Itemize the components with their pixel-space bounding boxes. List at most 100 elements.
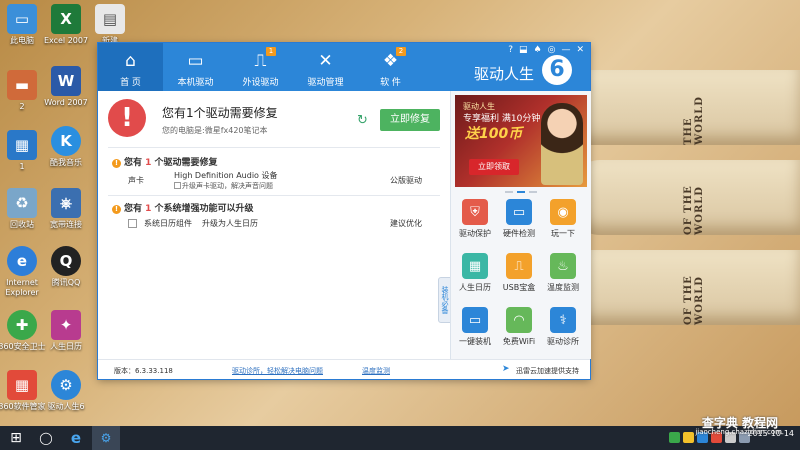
desktop-icon-qq[interactable]: Q 腾讯QQ <box>38 246 94 288</box>
tool-life-calendar[interactable]: ▦ 人生日历 <box>453 253 497 293</box>
desktop-icon-label: 酷我音乐 <box>50 158 82 167</box>
help-icon[interactable]: ? <box>508 45 513 55</box>
tool-label: 驱动诊所 <box>547 337 579 346</box>
driver-category: 声卡 <box>128 176 144 185</box>
carousel-dot[interactable] <box>517 191 525 193</box>
promo-banner[interactable]: 驱动人生 专享福利 满10分钟 送100币 立即领取 <box>455 95 587 187</box>
tool-label: 人生日历 <box>459 283 491 292</box>
count-badge: 2 <box>396 47 406 56</box>
tool-free-wifi[interactable]: ◠ 免费WiFi <box>497 307 541 347</box>
minimize-button[interactable]: — <box>561 45 570 55</box>
tab-label: 外设驱动 <box>242 78 279 88</box>
tray-icon[interactable] <box>683 432 694 443</box>
desktop-icon-driver-genius[interactable]: ⚙ 驱动人生6 <box>38 370 94 412</box>
shield-icon: ⛨ <box>462 199 488 225</box>
component-name: 系统日历组件 <box>144 219 192 228</box>
excel-icon: X <box>51 4 81 34</box>
word-icon: W <box>51 66 81 96</box>
settings-icon[interactable]: ◎ <box>548 45 556 55</box>
tool-label: 驱动保护 <box>459 229 491 238</box>
carousel-dot[interactable] <box>529 191 537 193</box>
usb-icon: ⎍ <box>506 253 532 279</box>
gear-icon: ⚙ <box>51 370 81 400</box>
ie-taskbar-icon[interactable]: e <box>62 426 90 450</box>
tab-label: 本机驱动 <box>177 78 214 88</box>
feedback-icon[interactable]: ⬓ <box>519 45 528 55</box>
desktop-icon-calendar[interactable]: ✦ 人生日历 <box>38 310 94 352</box>
tool-temperature[interactable]: ♨ 温度监测 <box>541 253 585 293</box>
search-icon[interactable]: ◯ <box>32 426 60 450</box>
desktop-icon-label: 腾讯QQ <box>51 278 81 287</box>
tab-home[interactable]: ⌂ 首 页 <box>98 43 163 91</box>
music-icon: K <box>51 126 81 156</box>
skin-icon[interactable]: ♠ <box>534 45 542 55</box>
folder-icon: ▬ <box>7 70 37 100</box>
claim-now-button[interactable]: 立即领取 <box>469 159 519 175</box>
tool-driver-protect[interactable]: ⛨ 驱动保护 <box>453 199 497 239</box>
computer-model: 您的电脑是:微星fx420笔记本 <box>162 126 268 135</box>
checkbox[interactable] <box>128 219 137 228</box>
section-text: 您有 <box>124 158 146 168</box>
device-name: High Definition Audio 设备 <box>174 171 278 180</box>
monitor-icon: ▭ <box>187 51 204 71</box>
tool-label: 一键装机 <box>459 337 491 346</box>
desktop-icon-kuwo[interactable]: K 酷我音乐 <box>38 126 94 168</box>
carousel-dot[interactable] <box>505 191 513 193</box>
driver-genius-window: ⌂ 首 页 ▭ 本机驱动 ⎍ 外设驱动 1 ✕ 驱动管理 ❖ 软 件 2 ? ⬓… <box>98 43 591 380</box>
tool-hardware-check[interactable]: ▭ 硬件检测 <box>497 199 541 239</box>
divider <box>108 147 440 148</box>
divider <box>108 195 440 196</box>
desktop-icon-new[interactable]: ▤ 新建 <box>82 4 138 46</box>
driver-clinic-link[interactable]: 驱动诊所，轻松解决电脑问题 <box>232 366 323 376</box>
desktop-icon-word[interactable]: W Word 2007 <box>38 66 94 108</box>
status-headline: 您有1个驱动需要修复 <box>162 106 278 120</box>
app-header: ⌂ 首 页 ▭ 本机驱动 ⎍ 外设驱动 1 ✕ 驱动管理 ❖ 软 件 2 ? ⬓… <box>98 43 590 91</box>
driver-genius-taskbar-icon[interactable]: ⚙ <box>92 426 120 450</box>
tray-icon[interactable] <box>669 432 680 443</box>
fix-now-button[interactable]: 立即修复 <box>380 109 440 131</box>
tab-local-drivers[interactable]: ▭ 本机驱动 <box>163 43 228 91</box>
qq-penguin-icon: Q <box>51 246 81 276</box>
start-button[interactable]: ⊞ <box>2 426 30 450</box>
bird-icon: ➤ <box>502 364 510 374</box>
calendar-app-icon: ✦ <box>51 310 81 340</box>
temperature-link[interactable]: 温度监测 <box>362 366 390 376</box>
desktop-icon-broadband[interactable]: ⎈ 宽带连接 <box>38 188 94 230</box>
status-bar: 版本：6.3.33.118 驱动诊所，轻松解决电脑问题 温度监测 ➤ 迅雷云加速… <box>98 359 590 380</box>
checkbox[interactable] <box>174 182 181 189</box>
system-upgrade-section-title: ! 您有 1 个系统增强功能可以升级 <box>112 201 254 214</box>
plus-shield-icon: ✚ <box>7 310 37 340</box>
tab-software[interactable]: ❖ 软 件 2 <box>358 43 423 91</box>
banner-headline: 送100币 <box>465 126 523 142</box>
tab-peripheral-drivers[interactable]: ⎍ 外设驱动 1 <box>228 43 293 91</box>
tool-usb-box[interactable]: ⎍ USB宝盒 <box>497 253 541 293</box>
close-button[interactable]: ✕ <box>576 45 584 55</box>
install-icon: ▭ <box>462 307 488 333</box>
count-badge: 1 <box>266 47 276 56</box>
tool-one-click-install[interactable]: ▭ 一键装机 <box>453 307 497 347</box>
banner-character-image <box>541 103 583 185</box>
watermark-url: jiaocheng.chazidian.com <box>695 428 782 436</box>
tab-label: 驱动管理 <box>307 78 344 88</box>
thermometer-icon: ♨ <box>550 253 576 279</box>
tool-label: 免费WiFi <box>502 337 536 346</box>
app-title: 驱动人生 <box>474 65 535 83</box>
desktop-icon-label: 宽带连接 <box>50 220 82 229</box>
apps-icon: ❖ <box>382 51 399 71</box>
section-text: 个驱动需要修复 <box>151 158 218 168</box>
tool-play[interactable]: ◉ 玩一下 <box>541 199 585 239</box>
wifi-icon: ◠ <box>506 307 532 333</box>
carousel-indicator <box>505 191 537 193</box>
alert-dot-icon: ! <box>112 205 121 214</box>
version-text: 版本：6.3.33.118 <box>114 367 173 375</box>
tab-driver-management[interactable]: ✕ 驱动管理 <box>293 43 358 91</box>
refresh-icon[interactable]: ↻ <box>357 113 368 128</box>
folder-icon: ▦ <box>7 130 37 160</box>
tools-panel: 驱动人生 专享福利 满10分钟 送100币 立即领取 ⛨ 驱动保护 ▭ 硬件检测… <box>450 91 591 359</box>
desktop-icon-label: 人生日历 <box>50 342 82 351</box>
desktop-icon-label: Word 2007 <box>44 98 88 107</box>
calendar-icon: ▦ <box>462 253 488 279</box>
tool-driver-clinic[interactable]: ⚕ 驱动诊所 <box>541 307 585 347</box>
usb-icon: ⎍ <box>254 51 267 71</box>
app-grid-icon: ▦ <box>7 370 37 400</box>
